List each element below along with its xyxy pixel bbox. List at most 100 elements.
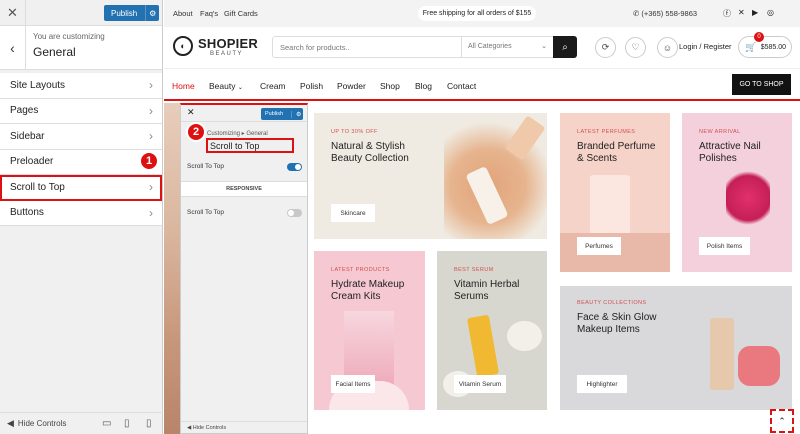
- search-bar: Search for products.. All Categories ⌄ ⌕: [272, 36, 577, 58]
- banner-button[interactable]: Polish Items: [699, 237, 750, 255]
- login-register-link[interactable]: Login / Register: [679, 42, 732, 51]
- hide-controls-icon[interactable]: ◀: [187, 425, 191, 431]
- compare-icon[interactable]: ⟳: [595, 37, 616, 58]
- x-icon[interactable]: ✕: [738, 8, 745, 17]
- chevron-up-icon: ⌃: [778, 415, 786, 426]
- close-icon[interactable]: ✕: [187, 107, 195, 118]
- site-header: ◐ SHOPIER BEAUTY Search for products.. A…: [164, 27, 800, 69]
- logo-icon[interactable]: ◐: [173, 36, 193, 56]
- logo-text[interactable]: SHOPIER: [198, 36, 258, 51]
- menu-item-label: Buttons: [10, 207, 44, 219]
- banner-button[interactable]: Vitamin Serum: [454, 375, 506, 393]
- nav-item-polish[interactable]: Polish: [300, 81, 323, 91]
- banner-tag: UP TO 30% OFF: [331, 129, 378, 135]
- banner-serum[interactable]: BEST SERUM Vitamin Herbal Serums Vitamin…: [437, 251, 547, 410]
- banner-tag: BEAUTY COLLECTIONS: [577, 300, 647, 306]
- inner-section-title: Scroll to Top: [206, 138, 294, 153]
- search-input[interactable]: Search for products..: [280, 43, 350, 52]
- scroll-to-top-responsive-toggle[interactable]: [287, 209, 302, 217]
- phone-number: ✆ (+365) 558-9863: [633, 9, 698, 18]
- menu-item-label: Scroll to Top: [10, 181, 65, 193]
- menu-item-label: Preloader: [10, 156, 54, 168]
- banner-button[interactable]: Perfumes: [577, 237, 621, 255]
- mobile-icon[interactable]: ▯: [146, 418, 152, 429]
- cart-total: $585.00: [760, 43, 786, 51]
- banner-skincare[interactable]: UP TO 30% OFF Natural & Stylish Beauty C…: [314, 113, 547, 239]
- inner-publish-button[interactable]: Publish ⚙: [261, 108, 303, 120]
- cart-icon: 🛒: [745, 42, 757, 52]
- heart-icon[interactable]: ♡: [625, 37, 646, 58]
- hide-controls-icon[interactable]: ◀: [7, 418, 14, 429]
- model-face-image: [164, 103, 180, 434]
- nav-item-beauty[interactable]: Beauty ⌄: [209, 81, 243, 91]
- banner-highlighter[interactable]: BEAUTY COLLECTIONS Face & Skin Glow Make…: [560, 286, 792, 410]
- tablet-icon[interactable]: ▯: [124, 418, 130, 429]
- banner-tag: NEW ARRIVAL: [699, 129, 741, 135]
- inner-hide-controls-label[interactable]: Hide Controls: [193, 425, 226, 431]
- search-icon: ⌕: [562, 41, 568, 53]
- search-button[interactable]: ⌕: [553, 36, 577, 58]
- banner-title: Hydrate Makeup Cream Kits: [331, 279, 405, 302]
- category-select[interactable]: All Categories ⌄: [461, 37, 551, 57]
- publish-button[interactable]: Publish ⚙: [104, 5, 160, 21]
- nav-item-contact[interactable]: Contact: [447, 81, 476, 91]
- youtube-icon[interactable]: ▶: [752, 8, 758, 17]
- menu-item-sidebar[interactable]: Sidebar ›: [0, 124, 162, 150]
- banner-tag: LATEST PRODUCTS: [331, 267, 390, 273]
- nav-item-home[interactable]: Home: [172, 81, 195, 91]
- topbar-link-gift-cards[interactable]: Gift Cards: [224, 9, 258, 18]
- go-to-shop-button[interactable]: GO TO SHOP: [732, 74, 791, 95]
- chevron-down-icon: ⌄: [541, 43, 547, 50]
- hide-controls-label[interactable]: Hide Controls: [18, 419, 66, 428]
- scroll-to-top-toggle[interactable]: [287, 163, 302, 171]
- menu-item-preloader[interactable]: Preloader ›: [0, 149, 162, 175]
- flower-image: [507, 321, 542, 351]
- banner-button[interactable]: Highlighter: [577, 375, 627, 393]
- topbar-link-about[interactable]: About: [173, 9, 193, 18]
- banner-polish[interactable]: NEW ARRIVAL Attractive Nail Polishes Pol…: [682, 113, 792, 272]
- user-icon[interactable]: ☺: [657, 37, 678, 58]
- logo-subtext: BEAUTY: [210, 51, 244, 57]
- banner-perfumes[interactable]: LATEST PERFUMES Branded Perfume & Scents…: [560, 113, 670, 272]
- customizer-footer: ◀ Hide Controls ▭ ▯ ▯: [0, 412, 163, 434]
- inner-customizer-panel: ✕ Publish ⚙ 2 Customizing ▸ General Scro…: [180, 103, 308, 434]
- nav-item-beauty-label: Beauty: [209, 81, 236, 91]
- banner-facial[interactable]: LATEST PRODUCTS Hydrate Makeup Cream Kit…: [314, 251, 425, 410]
- inner-panel-footer: ◀ Hide Controls: [181, 421, 307, 433]
- customizer-topbar: ✕ Publish ⚙: [0, 0, 162, 26]
- nav-item-blog[interactable]: Blog: [415, 81, 432, 91]
- gear-icon[interactable]: ⚙: [291, 110, 301, 118]
- instagram-icon[interactable]: ◎: [767, 8, 774, 17]
- cart-button[interactable]: 🛒 0 $585.00: [738, 32, 792, 58]
- chevron-right-icon: ›: [149, 78, 153, 93]
- phone-text: (+365) 558-9863: [641, 9, 698, 18]
- chevron-right-icon: ›: [149, 103, 153, 118]
- facebook-icon[interactable]: ⓕ: [723, 8, 731, 19]
- customizer-sidebar: ✕ Publish ⚙ ‹ You are customizing Genera…: [0, 0, 163, 434]
- gear-icon[interactable]: ⚙: [145, 5, 159, 21]
- publish-label: Publish: [111, 8, 138, 18]
- nav-item-shop[interactable]: Shop: [380, 81, 400, 91]
- menu-item-scroll-to-top[interactable]: Scroll to Top ›: [0, 175, 162, 201]
- responsive-heading: RESPONSIVE: [181, 181, 307, 197]
- menu-item-pages[interactable]: Pages ›: [0, 98, 162, 124]
- desktop-icon[interactable]: ▭: [102, 418, 111, 429]
- customizer-header: ‹ You are customizing General: [0, 26, 162, 70]
- close-icon[interactable]: ✕: [0, 0, 26, 26]
- scroll-to-top-button[interactable]: ⌃: [770, 409, 794, 433]
- topbar-link-faqs[interactable]: Faq's: [200, 9, 218, 18]
- back-arrow-icon[interactable]: ‹: [0, 26, 26, 70]
- menu-item-site-layouts[interactable]: Site Layouts ›: [0, 73, 162, 99]
- inner-publish-label: Publish: [265, 111, 284, 117]
- banner-button[interactable]: Skincare: [331, 204, 375, 222]
- serum-bottle-image: [466, 314, 500, 378]
- banner-button[interactable]: Facial Items: [331, 375, 375, 393]
- menu-item-buttons[interactable]: Buttons ›: [0, 200, 162, 226]
- banner-title: Natural & Stylish Beauty Collection: [331, 141, 409, 164]
- shipping-notice: Free shipping for all orders of $155: [418, 6, 536, 21]
- step-badge-1: 1: [139, 151, 159, 171]
- customizing-caption: You are customizing: [33, 32, 105, 41]
- nav-item-powder[interactable]: Powder: [337, 81, 366, 91]
- nav-item-cream[interactable]: Cream: [260, 81, 286, 91]
- cart-count-badge: 0: [754, 32, 764, 42]
